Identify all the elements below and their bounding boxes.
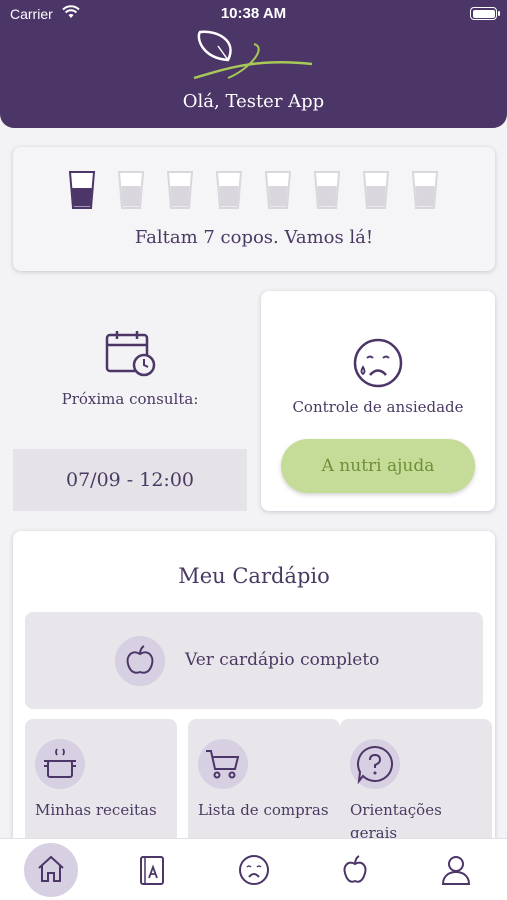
water-cup-empty[interactable] — [117, 170, 145, 210]
anxiety-control-card: Controle de ansiedade A nutri ajuda — [261, 291, 495, 511]
app-header: Carrier 10:38 AM Olá, Tester App — [0, 0, 507, 128]
recipe-book-icon — [140, 856, 164, 885]
consult-date: 07/09 - 12:00 — [65, 469, 194, 491]
sad-face-icon — [353, 338, 403, 388]
tab-recipe-book[interactable] — [124, 843, 180, 899]
view-full-menu-label: Ver cardápio completo — [185, 650, 380, 670]
water-cup-empty[interactable] — [166, 170, 194, 210]
leaf-logo-icon — [193, 30, 313, 80]
battery-icon — [470, 7, 500, 20]
tab-profile[interactable] — [428, 843, 484, 899]
tab-menu[interactable] — [327, 843, 383, 899]
water-message: Faltam 7 copos. Vamos lá! — [134, 227, 374, 248]
tile-shopping-list-label: Lista de compras — [198, 801, 329, 819]
sad-face-icon — [239, 855, 269, 885]
greeting-text: Olá, Tester App — [182, 91, 325, 112]
water-cup-empty[interactable] — [362, 170, 390, 210]
water-cup-filled[interactable] — [68, 170, 96, 210]
apple-icon — [115, 636, 165, 686]
nutri-help-button[interactable]: A nutri ajuda — [281, 439, 475, 493]
next-consult-label: Próxima consulta: — [61, 390, 199, 408]
tile-my-recipes-label: Minhas receitas — [35, 801, 157, 819]
status-bar: Carrier 10:38 AM — [0, 0, 507, 30]
water-cup-empty[interactable] — [264, 170, 292, 210]
next-consult-card[interactable]: Próxima consulta: 07/09 - 12:00 — [13, 291, 247, 511]
user-icon — [441, 856, 471, 885]
clock: 10:38 AM — [220, 5, 287, 22]
bottom-tab-bar — [0, 838, 507, 900]
anxiety-label: Controle de ansiedade — [292, 398, 464, 416]
view-full-menu-button[interactable]: Ver cardápio completo — [25, 612, 483, 709]
water-cup-empty[interactable] — [215, 170, 243, 210]
cooking-pot-icon — [35, 739, 85, 789]
water-cup-empty[interactable] — [313, 170, 341, 210]
tab-anxiety[interactable] — [226, 843, 282, 899]
tab-home[interactable] — [24, 843, 80, 899]
apple-icon — [343, 855, 367, 883]
menu-card: Meu Cardápio Ver cardápio completo Minha… — [13, 531, 495, 859]
home-icon — [38, 855, 64, 882]
water-tracker-card: Faltam 7 copos. Vamos lá! — [13, 147, 495, 271]
water-cup-empty[interactable] — [411, 170, 439, 210]
shopping-cart-icon — [198, 739, 248, 789]
calendar-clock-icon — [105, 331, 156, 377]
question-bubble-icon — [350, 739, 400, 789]
menu-title: Meu Cardápio — [178, 564, 330, 588]
